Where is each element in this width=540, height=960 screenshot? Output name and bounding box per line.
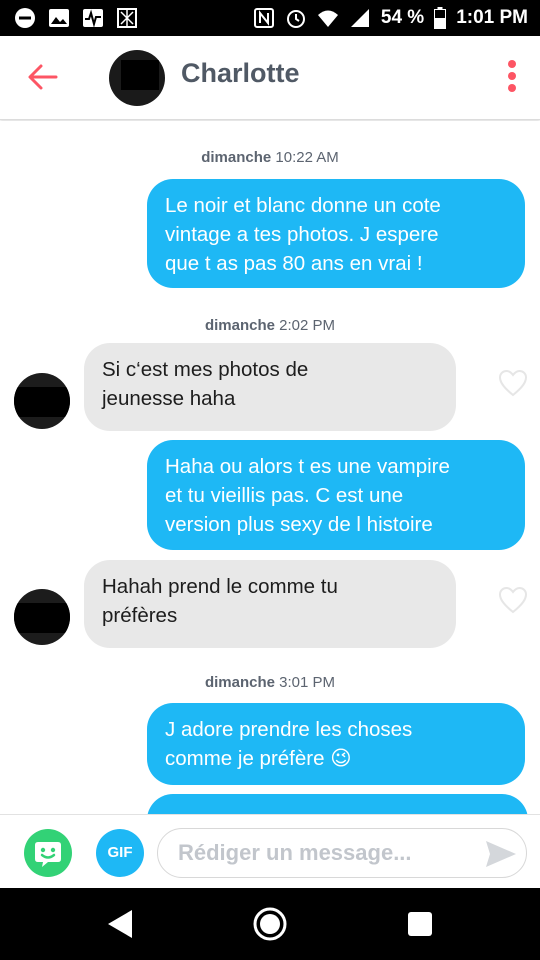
avatar[interactable] [14, 373, 70, 429]
app-icon [117, 8, 137, 28]
wifi-icon [317, 10, 338, 27]
message-input[interactable] [178, 838, 478, 868]
bitmoji-icon [35, 842, 61, 867]
redaction-box [121, 60, 159, 90]
status-bar: 54 % 1:01 PM [0, 0, 540, 36]
minus-circle-icon [15, 8, 35, 28]
heart-icon[interactable] [498, 586, 528, 614]
avatar[interactable] [109, 50, 165, 106]
system-nav-bar [0, 888, 540, 960]
pulse-icon [83, 9, 103, 28]
arrow-left-icon[interactable] [26, 60, 60, 94]
redaction-box [14, 603, 70, 633]
composer-bar: GIF [0, 814, 540, 888]
avatar[interactable] [14, 589, 70, 645]
battery-percent: 54 % [380, 7, 425, 28]
clock: 1:01 PM [456, 7, 528, 28]
kebab-menu-icon[interactable] [502, 60, 522, 96]
heart-icon[interactable] [498, 369, 528, 397]
gif-button[interactable]: GIF [96, 829, 144, 877]
message-list[interactable]: dimanche 10:22 AM Le noir et blanc donne… [0, 121, 540, 814]
bitmoji-button[interactable] [24, 829, 72, 877]
message-bubble-outgoing[interactable]: Haha ou alors t es une vampire et tu vie… [147, 440, 525, 550]
image-icon [49, 9, 69, 27]
nfc-icon [253, 8, 274, 28]
message-bubble-outgoing-partial[interactable] [147, 794, 528, 814]
redaction-box [14, 387, 70, 417]
battery-icon [434, 7, 447, 29]
chat-header: Charlotte [0, 36, 540, 120]
signal-icon [350, 9, 369, 27]
contact-name[interactable]: Charlotte [181, 58, 300, 89]
message-bubble-incoming[interactable]: Hahah prend le comme tu préfères [84, 560, 456, 648]
status-notifications [14, 7, 138, 29]
message-bubble-incoming[interactable]: Si c‘est mes photos de jeunesse haha [84, 343, 456, 431]
status-system: 54 % 1:01 PM [253, 0, 528, 36]
message-field[interactable] [157, 828, 527, 878]
back-triangle-icon[interactable] [102, 906, 138, 942]
alarm-icon [286, 10, 305, 28]
message-bubble-outgoing[interactable]: J adore prendre les choses comme je préf… [147, 703, 525, 785]
timestamp: dimanche 3:01 PM [204, 674, 336, 691]
message-bubble-outgoing[interactable]: Le noir et blanc donne un cote vintage a… [147, 179, 525, 288]
recents-square-icon[interactable] [402, 906, 438, 942]
send-icon[interactable] [484, 839, 518, 869]
timestamp: dimanche 2:02 PM [204, 317, 336, 334]
home-circle-icon[interactable] [252, 906, 288, 942]
timestamp: dimanche 10:22 AM [201, 149, 339, 166]
